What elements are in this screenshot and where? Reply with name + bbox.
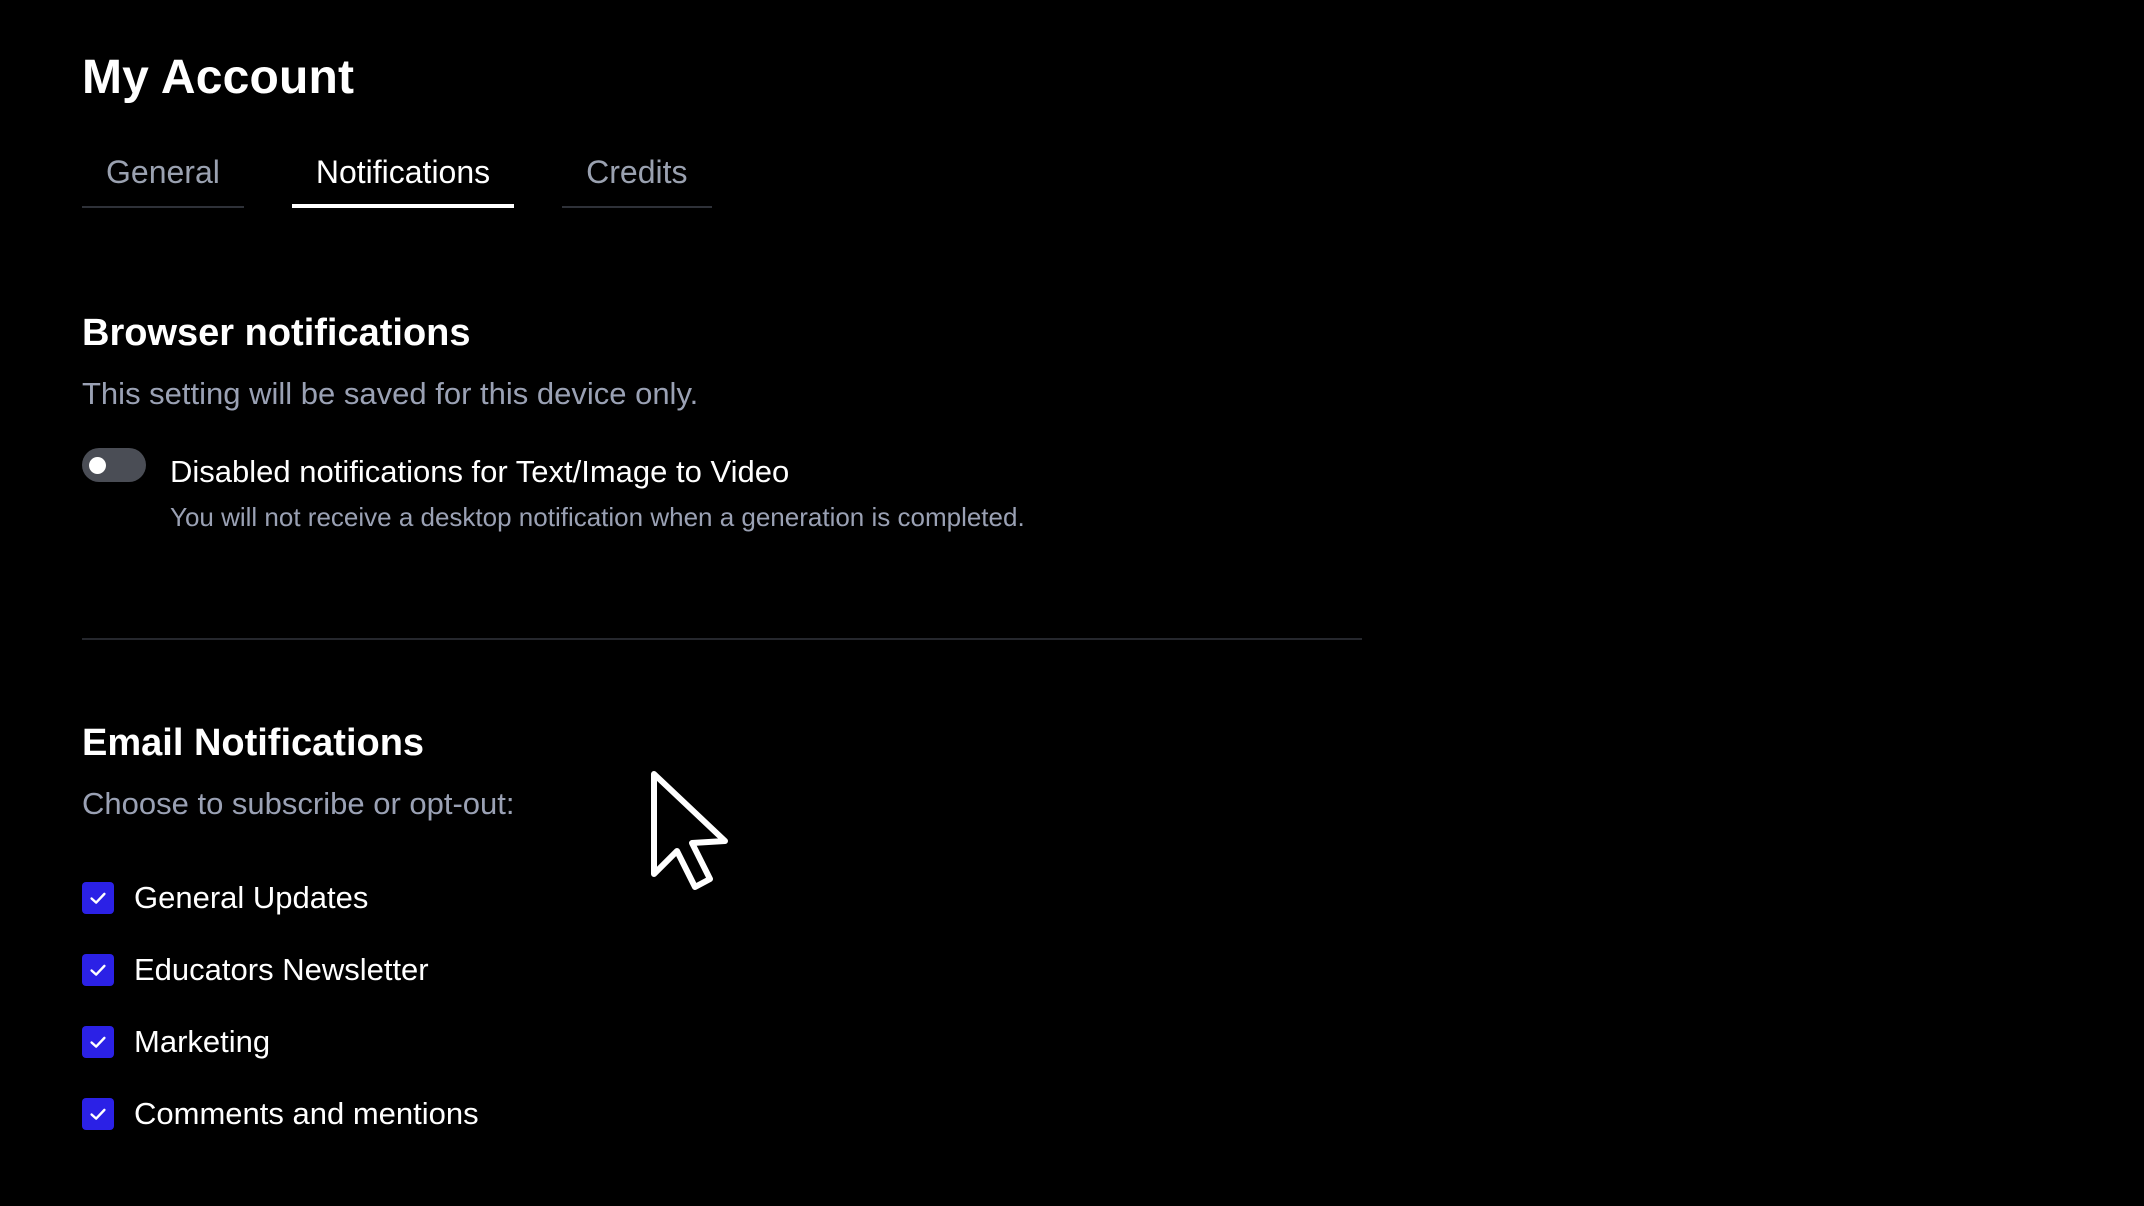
option-educators-newsletter[interactable]: Educators Newsletter bbox=[82, 934, 479, 1006]
tab-general[interactable]: General bbox=[82, 148, 244, 208]
check-icon bbox=[90, 964, 106, 976]
mouse-cursor-icon bbox=[651, 771, 728, 890]
option-marketing[interactable]: Marketing bbox=[82, 1006, 479, 1078]
educators-newsletter-label: Educators Newsletter bbox=[134, 952, 429, 987]
comments-mentions-label: Comments and mentions bbox=[134, 1096, 479, 1131]
video-notifications-toggle[interactable] bbox=[82, 448, 146, 482]
check-icon bbox=[90, 1036, 106, 1048]
email-notifications-title: Email Notifications bbox=[82, 722, 425, 764]
check-icon bbox=[90, 892, 106, 904]
comments-mentions-checkbox[interactable] bbox=[82, 1098, 114, 1130]
educators-newsletter-checkbox[interactable] bbox=[82, 954, 114, 986]
general-updates-label: General Updates bbox=[134, 880, 369, 915]
check-icon bbox=[90, 1108, 106, 1120]
browser-notifications-title: Browser notifications bbox=[82, 312, 471, 354]
video-notifications-label: Disabled notifications for Text/Image to… bbox=[170, 454, 790, 489]
marketing-checkbox[interactable] bbox=[82, 1026, 114, 1058]
option-general-updates[interactable]: General Updates bbox=[82, 862, 479, 934]
tab-credits[interactable]: Credits bbox=[562, 148, 712, 208]
toggle-knob bbox=[89, 457, 106, 474]
marketing-label: Marketing bbox=[134, 1024, 271, 1059]
general-updates-checkbox[interactable] bbox=[82, 882, 114, 914]
browser-notifications-subtitle: This setting will be saved for this devi… bbox=[82, 376, 699, 411]
page-title: My Account bbox=[82, 51, 355, 104]
section-divider bbox=[82, 638, 1362, 640]
option-comments-mentions[interactable]: Comments and mentions bbox=[82, 1078, 479, 1150]
email-options-list: General Updates Educators Newsletter Mar… bbox=[82, 862, 479, 1150]
tab-notifications[interactable]: Notifications bbox=[291, 148, 515, 208]
account-tabs: General Notifications Credits bbox=[82, 148, 712, 208]
video-notifications-description: You will not receive a desktop notificat… bbox=[170, 502, 1025, 532]
email-notifications-subtitle: Choose to subscribe or opt-out: bbox=[82, 786, 515, 821]
